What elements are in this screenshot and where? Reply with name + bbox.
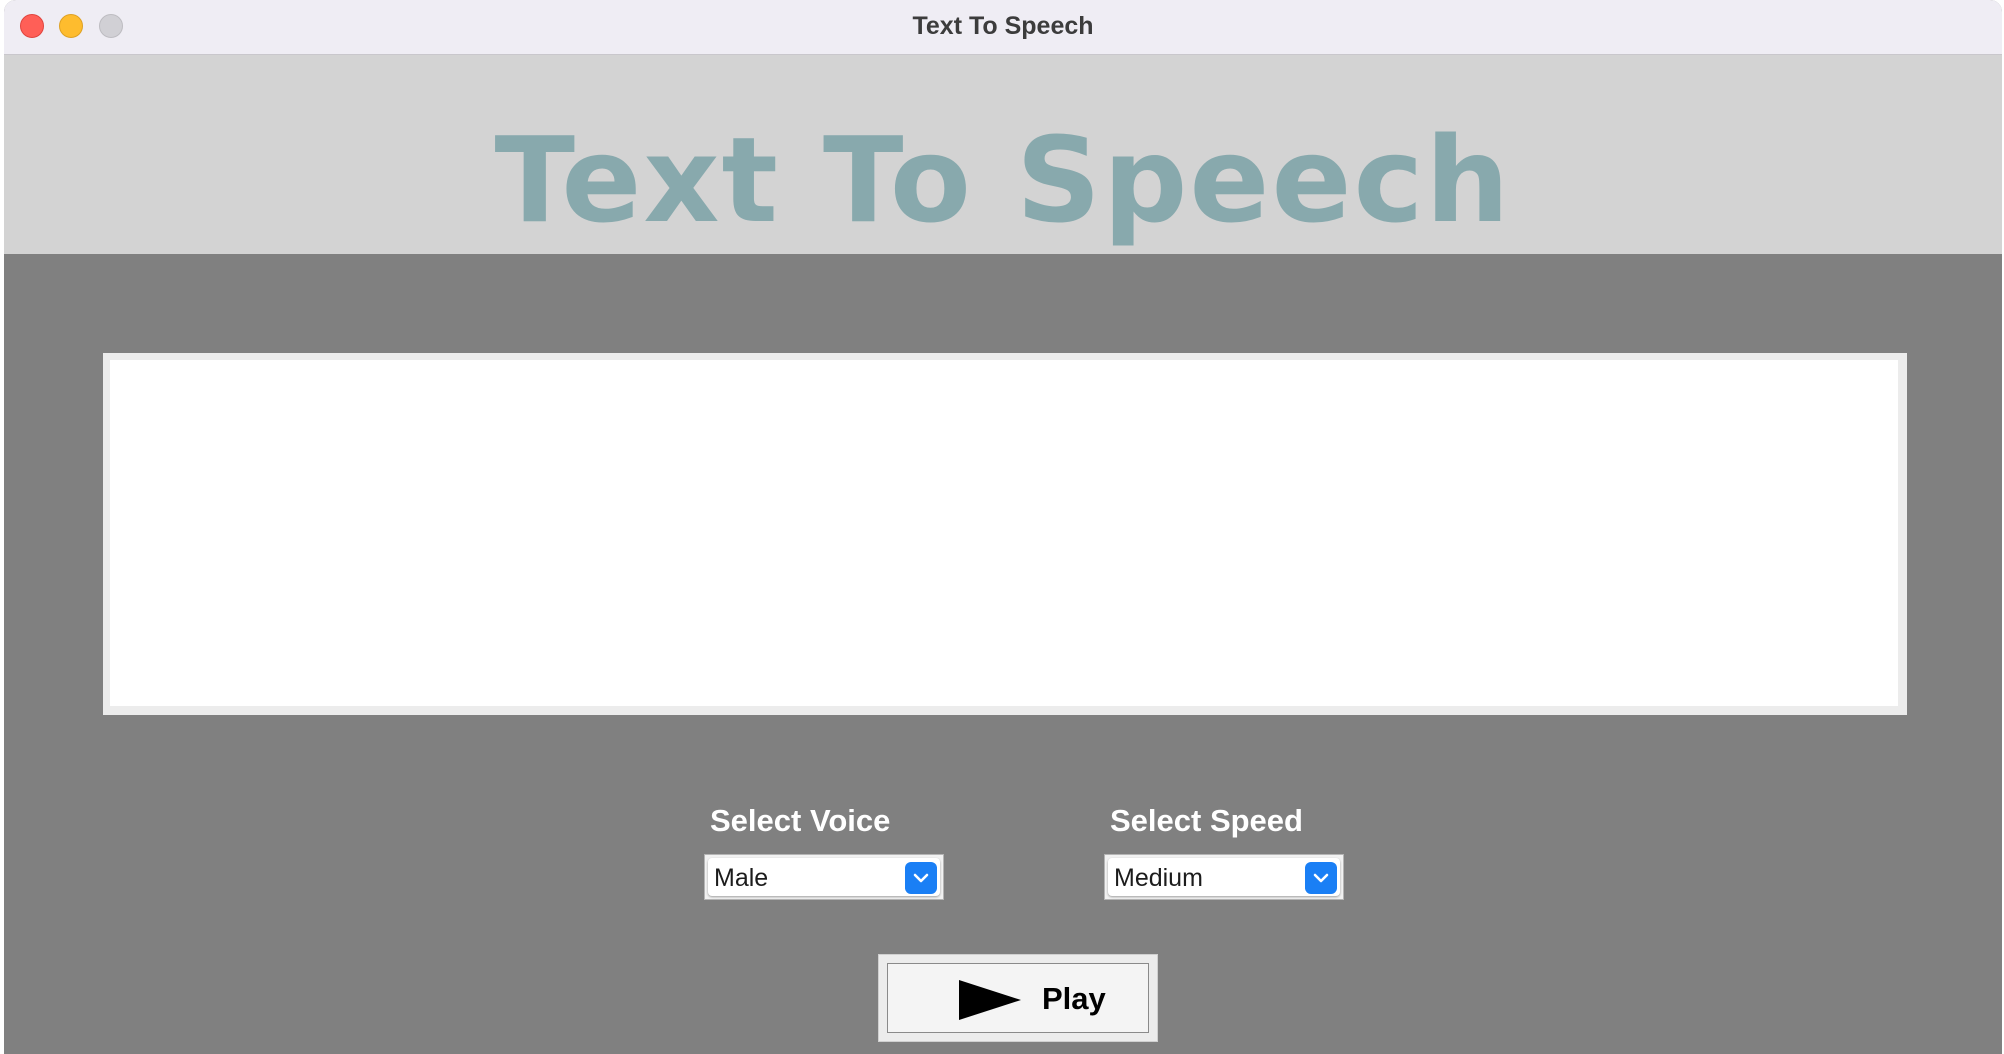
speed-select[interactable]: Medium [1104, 854, 1344, 900]
app-window: Text To Speech Text To Speech Select Voi… [4, 0, 2002, 1054]
voice-select-value: Male [714, 864, 769, 892]
header-banner: Text To Speech [4, 55, 2002, 254]
play-icon [958, 979, 1022, 1026]
voice-select-field[interactable]: Male [708, 858, 940, 896]
speed-select-field[interactable]: Medium [1108, 858, 1340, 896]
text-input[interactable] [110, 360, 1898, 706]
speed-select-value: Medium [1114, 864, 1203, 892]
chevron-down-icon[interactable] [905, 862, 937, 894]
play-button-label: Play [1042, 981, 1106, 1016]
voice-select[interactable]: Male [704, 854, 944, 900]
select-voice-label: Select Voice [710, 803, 891, 838]
play-button[interactable]: Play [887, 963, 1149, 1033]
title-bar[interactable]: Text To Speech [4, 0, 2002, 55]
select-speed-label: Select Speed [1110, 803, 1303, 838]
chevron-down-icon[interactable] [1305, 862, 1337, 894]
window-title: Text To Speech [912, 12, 1094, 40]
text-input-frame [103, 353, 1907, 715]
app-heading: Text To Speech [494, 111, 1512, 249]
play-button-frame: Play [878, 954, 1158, 1042]
